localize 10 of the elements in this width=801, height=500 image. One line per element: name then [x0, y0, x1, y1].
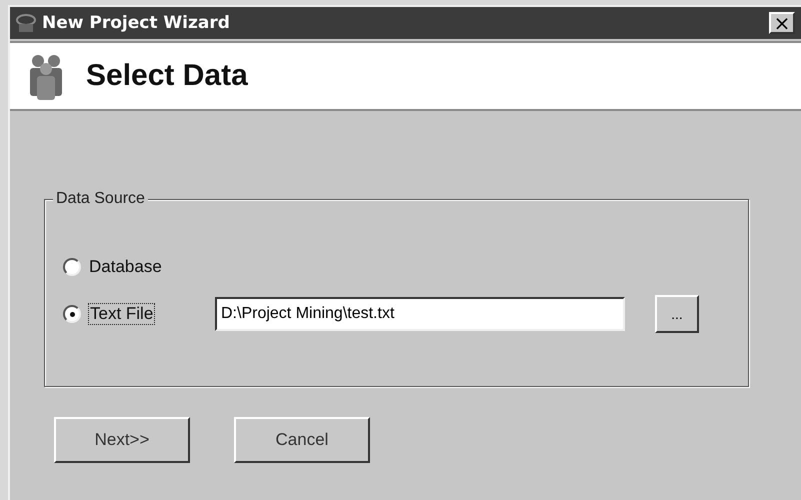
browse-button[interactable]: ... — [655, 295, 699, 333]
window-title: New Project Wizard — [42, 13, 231, 33]
radio-option[interactable]: Text File — [63, 304, 215, 324]
page-title: Select Data — [86, 59, 248, 93]
dialog-button[interactable]: Next>> — [54, 417, 190, 463]
path-field[interactable]: D:\Project Mining\test.txt — [215, 297, 625, 331]
dialog-button[interactable]: Cancel — [234, 417, 370, 463]
close-button[interactable]: × — [769, 12, 795, 34]
radio-option[interactable]: Database — [63, 257, 215, 277]
app-icon — [14, 12, 38, 34]
